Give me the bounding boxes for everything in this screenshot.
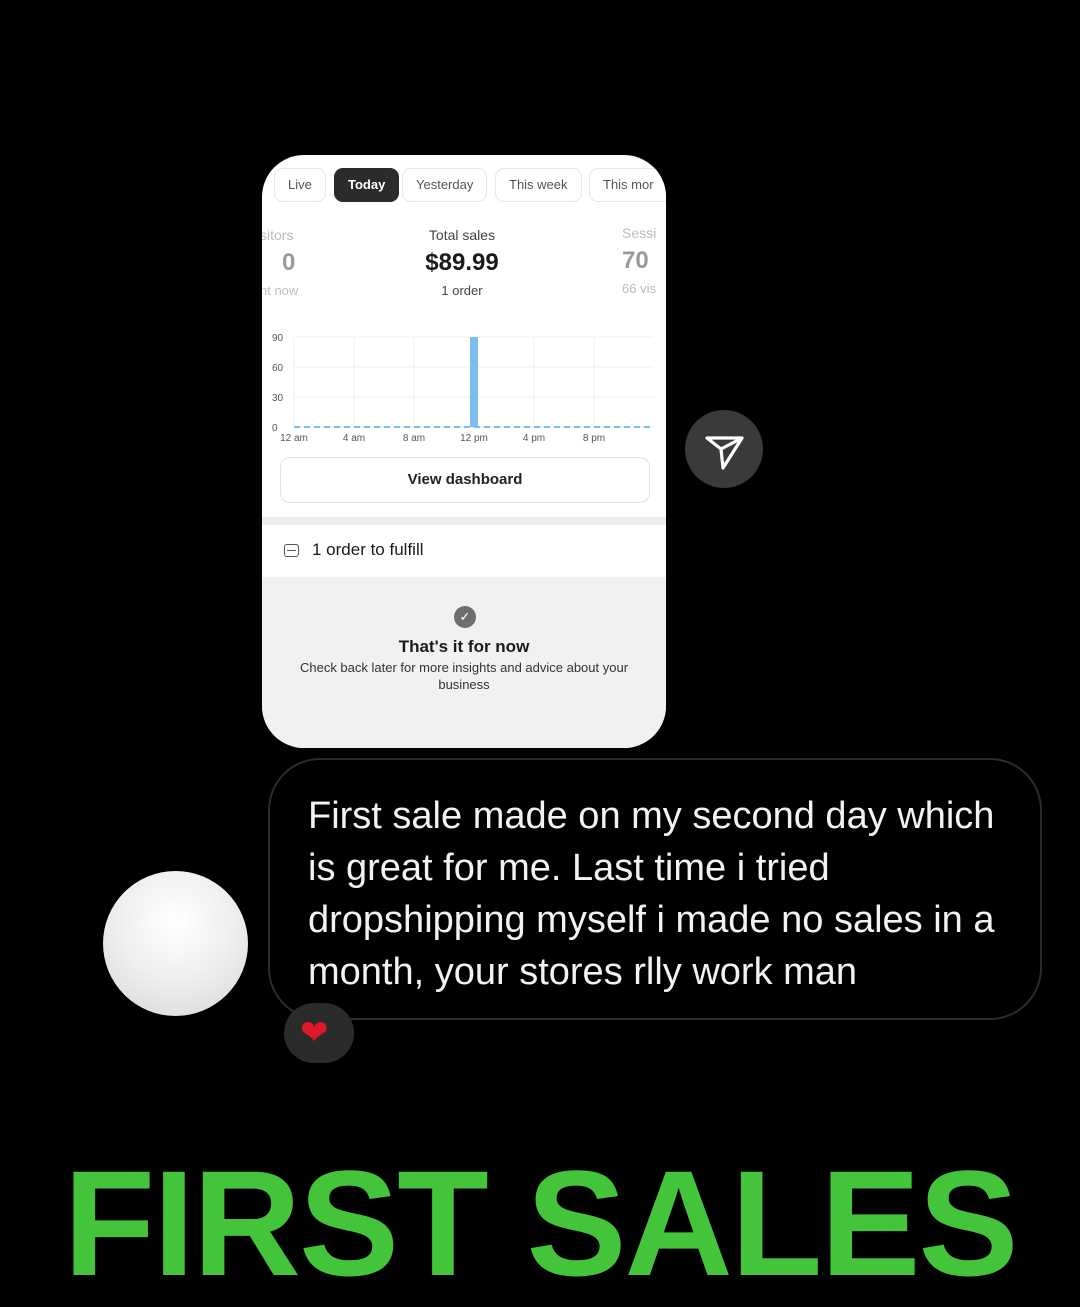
done-title: That's it for now: [398, 637, 530, 656]
tab-this-month[interactable]: This mor: [589, 168, 666, 202]
avatar[interactable]: [103, 871, 248, 1016]
headline: FIRST SALES: [63, 1139, 1018, 1307]
comment-text: First sale made on my second day which i…: [308, 795, 995, 993]
visitors-sub: nt now: [262, 283, 299, 298]
visitors-value: 0: [282, 249, 296, 276]
comment-bubble: First sale made on my second day which i…: [268, 758, 1042, 1020]
view-dashboard-button[interactable]: View dashboard: [280, 457, 650, 503]
x-tick-label: 8 pm: [583, 433, 605, 444]
y-tick-label: 60: [272, 363, 284, 374]
tab-live[interactable]: Live: [274, 168, 326, 202]
check-circle-icon: ✓: [454, 606, 476, 628]
sessions-metric: Sessi 70 66 vis: [622, 225, 666, 296]
total-sales-value: $89.99: [425, 249, 499, 276]
send-icon: [705, 436, 744, 470]
x-tick-label: 4 pm: [523, 433, 545, 444]
y-tick-label: 30: [272, 393, 284, 404]
tab-yesterday[interactable]: Yesterday: [402, 168, 488, 202]
total-sales-metric: Total sales $89.99 1 order: [382, 227, 542, 298]
y-tick-label: 90: [272, 333, 284, 344]
x-tick-label: 12 am: [280, 433, 308, 444]
x-tick-label: 12 pm: [460, 433, 488, 444]
all-caught-up-panel: ✓ That's it for now Check back later for…: [262, 577, 666, 748]
x-tick-label: 4 am: [343, 433, 365, 444]
fulfill-label: 1 order to fulfill: [312, 540, 424, 559]
tab-this-week[interactable]: This week: [495, 168, 582, 202]
x-tick-label: 8 am: [403, 433, 425, 444]
total-sales-label: Total sales: [428, 227, 496, 243]
sales-bar[interactable]: [470, 337, 478, 427]
reaction-badge[interactable]: ❤: [284, 1003, 354, 1063]
heart-icon: ❤: [300, 1014, 329, 1052]
sales-chart: 90 60 30 012 am 4 am 8 am 12 pm 4 pm 8 pm: [272, 333, 654, 444]
inbox-icon: [284, 544, 299, 557]
share-button[interactable]: [685, 410, 763, 488]
total-sales-sub: 1 order: [441, 283, 483, 298]
y-tick-label: 0: [272, 423, 278, 434]
orders-to-fulfill-row[interactable]: 1 order to fulfill: [262, 525, 666, 577]
sessions-sub: 66 vis: [622, 281, 656, 296]
tab-today[interactable]: Today: [334, 168, 400, 202]
visitors-metric: sitors 0 nt now: [262, 227, 320, 298]
sessions-label: Sessi: [622, 225, 657, 241]
sessions-value: 70: [622, 247, 649, 274]
done-subtitle: Check back later for more insights and a…: [299, 660, 629, 692]
section-divider: [262, 517, 666, 525]
visitors-label: sitors: [262, 227, 294, 243]
date-range-tabs: Live Today Yesterday This week This mor: [262, 168, 666, 202]
dashboard-card: Live Today Yesterday This week This mor …: [262, 155, 666, 748]
